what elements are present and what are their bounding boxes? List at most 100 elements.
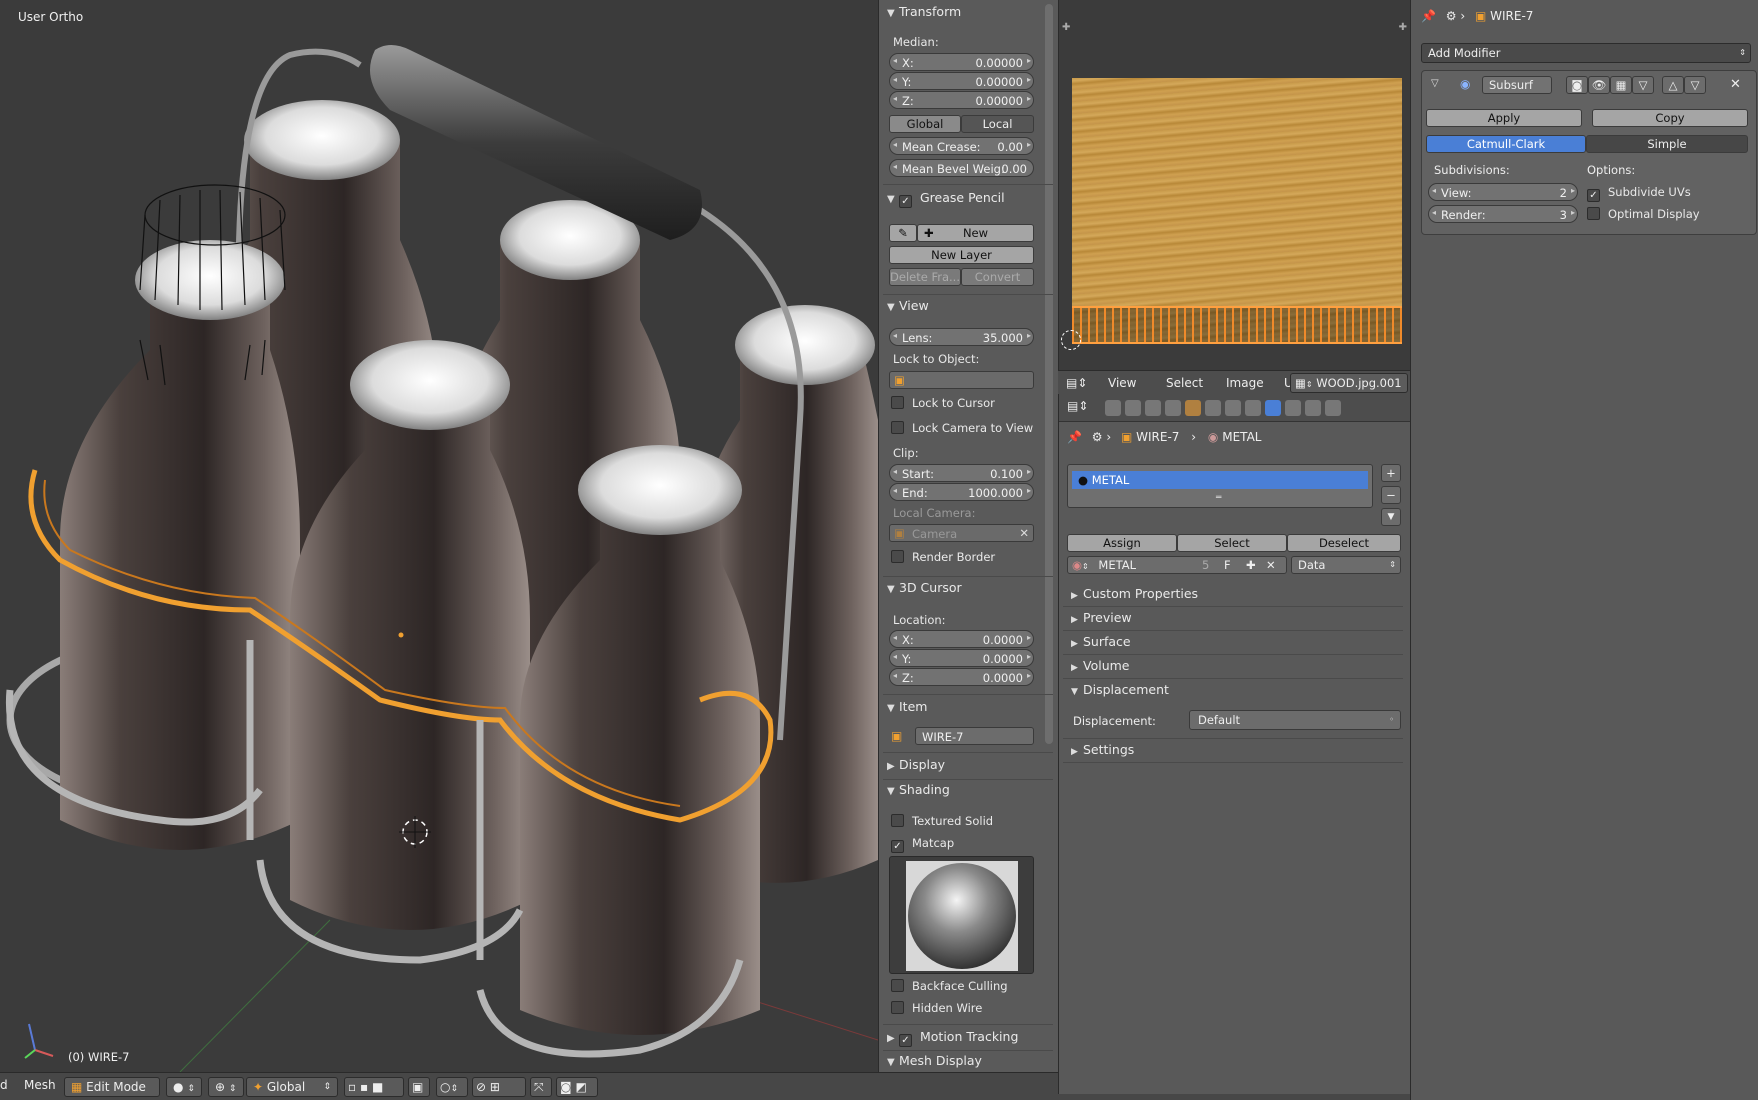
checkbox-checked-icon[interactable]: ✓: [899, 1034, 912, 1047]
collapse-triangle-icon[interactable]: ▽: [1431, 78, 1439, 89]
world-tab-icon[interactable]: [1165, 400, 1181, 416]
slot-specials-button[interactable]: ▼: [1381, 508, 1401, 526]
remove-modifier-x-icon[interactable]: ✕: [1730, 77, 1741, 92]
hidden-wire-checkbox[interactable]: Hidden Wire: [891, 1001, 982, 1015]
modifier-properties-editor[interactable]: 📌 ⚙ › ▣ WIRE-7 Add Modifier ⇕ ▽ ◉ Subsurf…: [1410, 0, 1758, 1100]
mesh-display-section-header[interactable]: ▼ Mesh Display: [887, 1053, 1047, 1072]
custom-properties-section[interactable]: ▶ Custom Properties: [1071, 586, 1198, 601]
deselect-button[interactable]: Deselect: [1287, 534, 1401, 552]
data-tab-icon[interactable]: [1245, 400, 1261, 416]
lock-object-field[interactable]: ▣: [889, 371, 1034, 389]
convert-button[interactable]: Convert: [961, 268, 1034, 286]
uv-image-editor[interactable]: ✚ ✚: [1058, 0, 1410, 392]
display-section-header[interactable]: ▶ Display: [887, 757, 1047, 777]
settings-section[interactable]: ▶ Settings: [1071, 742, 1134, 757]
move-down-icon[interactable]: ▽: [1684, 76, 1706, 94]
editmode-toggle-icon[interactable]: ▦: [1610, 76, 1632, 94]
properties-n-panel[interactable]: ▼ Transform Median: ◂ X: 0.00000 ▸ ◂ Y: 0.0000…: [878, 0, 1058, 1072]
viewport-shading-selector[interactable]: ● ⇕: [166, 1077, 202, 1097]
pin-icon[interactable]: 📌: [1067, 430, 1082, 444]
grease-pencil-new-button[interactable]: ✚ New: [917, 224, 1034, 242]
viewport-toggle-icon[interactable]: 👁: [1588, 76, 1610, 94]
3d-cursor-section-header[interactable]: ▼ 3D Cursor: [887, 580, 1047, 600]
median-y-field[interactable]: ◂ Y: 0.00000 ▸: [889, 72, 1034, 90]
optimal-display-checkbox[interactable]: Optimal Display: [1587, 207, 1700, 221]
volume-section[interactable]: ▶ Volume: [1071, 658, 1130, 673]
pin-icon[interactable]: 📌: [1421, 9, 1436, 23]
catmull-clark-toggle[interactable]: Catmull-Clark: [1426, 135, 1586, 153]
motion-tracking-section-header[interactable]: ▶ ✓ Motion Tracking: [887, 1029, 1047, 1049]
cursor-x-field[interactable]: ◂ X: 0.0000 ▸: [889, 630, 1034, 648]
transform-section-header[interactable]: ▼ Transform: [887, 4, 1047, 24]
image-image-menu[interactable]: Image: [1226, 376, 1264, 390]
checkbox-checked-icon[interactable]: ✓: [899, 195, 912, 208]
2d-cursor[interactable]: [1061, 330, 1081, 350]
area-corner-icon[interactable]: ✚: [1399, 22, 1407, 33]
physics-tab-icon[interactable]: [1325, 400, 1341, 416]
textured-solid-checkbox[interactable]: Textured Solid: [891, 814, 993, 828]
mean-crease-field[interactable]: ◂ Mean Crease: 0.00 ▸: [889, 137, 1034, 155]
shading-section-header[interactable]: ▼ Shading: [887, 782, 1047, 802]
pivot-selector[interactable]: ⊕ ⇕: [208, 1077, 244, 1097]
cursor-y-field[interactable]: ◂ Y: 0.0000 ▸: [889, 649, 1034, 667]
render-buttons[interactable]: ◙ ◩: [556, 1077, 598, 1097]
material-tab-icon[interactable]: [1265, 400, 1281, 416]
snap-target-button[interactable]: ⤧: [530, 1077, 552, 1097]
lock-to-cursor-checkbox[interactable]: Lock to Cursor: [891, 396, 995, 410]
editor-type-icon[interactable]: ▤⇕: [1067, 399, 1088, 413]
view-section-header[interactable]: ▼ View: [887, 298, 1047, 318]
scene-tab-icon[interactable]: [1145, 400, 1161, 416]
clear-x-icon[interactable]: ✕: [1019, 526, 1029, 540]
layers-tab-icon[interactable]: [1125, 400, 1141, 416]
fake-user-toggle[interactable]: F: [1224, 557, 1231, 573]
link-type-selector[interactable]: Data ⇕: [1291, 556, 1401, 574]
particles-tab-icon[interactable]: [1305, 400, 1321, 416]
apply-button[interactable]: Apply: [1426, 109, 1582, 127]
median-x-field[interactable]: ◂ X: 0.00000 ▸: [889, 53, 1034, 71]
scene-render[interactable]: [0, 0, 878, 1072]
surface-section[interactable]: ▶ Surface: [1071, 634, 1131, 649]
snap-group[interactable]: ⊘ ⊞: [472, 1077, 526, 1097]
mode-selector[interactable]: ▦ Edit Mode ⇕: [64, 1077, 160, 1097]
render-levels-field[interactable]: ◂ Render: 3 ▸: [1428, 205, 1578, 223]
move-up-icon[interactable]: △: [1662, 76, 1684, 94]
mesh-menu[interactable]: Mesh: [24, 1078, 56, 1092]
orientation-selector[interactable]: ✦ Global ⇕: [246, 1077, 338, 1097]
render-toggle-icon[interactable]: ◙: [1566, 76, 1588, 94]
resize-grip-icon[interactable]: ═: [1216, 493, 1221, 503]
clip-start-field[interactable]: ◂ Start: 0.100 ▸: [889, 464, 1034, 482]
displacement-section[interactable]: ▼ Displacement: [1071, 682, 1169, 697]
lock-camera-to-view-checkbox[interactable]: Lock Camera to View: [891, 421, 1033, 435]
lens-field[interactable]: ◂ Lens: 35.000 ▸: [889, 328, 1034, 346]
3d-viewport[interactable]: User Ortho (0) WIRE-7: [0, 0, 878, 1072]
texture-tab-icon[interactable]: [1285, 400, 1301, 416]
n-panel-scrollbar[interactable]: [1045, 4, 1053, 744]
cage-toggle-icon[interactable]: ▽: [1632, 76, 1654, 94]
render-border-checkbox[interactable]: Render Border: [891, 550, 995, 564]
delete-frame-button[interactable]: Delete Fra...: [889, 268, 961, 286]
add-material-icon[interactable]: ✚: [1246, 557, 1256, 573]
add-modifier-dropdown[interactable]: Add Modifier ⇕: [1421, 43, 1751, 63]
material-properties-editor[interactable]: ▤⇕ 📌 ⚙ › ▣ WIRE-7 › ◉ METAL ● METAL ═ + …: [1058, 394, 1410, 1094]
local-camera-field[interactable]: ▣ Camera ✕: [889, 524, 1034, 542]
material-slot-item[interactable]: ● METAL: [1072, 471, 1368, 489]
modifiers-tab-icon[interactable]: [1225, 400, 1241, 416]
pencil-icon[interactable]: ✎: [889, 224, 917, 242]
displacement-selector[interactable]: Default ◦: [1189, 710, 1401, 730]
new-layer-button[interactable]: New Layer: [889, 246, 1034, 264]
proportional-edit-button[interactable]: ○⇕: [436, 1077, 468, 1097]
backface-culling-checkbox[interactable]: Backface Culling: [891, 979, 1008, 993]
image-select-menu[interactable]: Select: [1166, 376, 1203, 390]
uv-mesh-overlay[interactable]: [1072, 306, 1402, 344]
unlink-x-icon[interactable]: ✕: [1266, 557, 1276, 573]
item-section-header[interactable]: ▼ Item: [887, 699, 1047, 719]
occlude-geometry-button[interactable]: ▣: [408, 1077, 430, 1097]
copy-button[interactable]: Copy: [1592, 109, 1748, 127]
simple-toggle[interactable]: Simple: [1586, 135, 1748, 153]
local-toggle[interactable]: Local: [961, 115, 1034, 133]
view-levels-field[interactable]: ◂ View: 2 ▸: [1428, 183, 1578, 201]
grease-pencil-section-header[interactable]: ▼ ✓ Grease Pencil: [887, 190, 1047, 210]
matcap-preview[interactable]: [889, 856, 1034, 974]
median-z-field[interactable]: ◂ Z: 0.00000 ▸: [889, 91, 1034, 109]
view-menu[interactable]: d: [0, 1078, 8, 1092]
